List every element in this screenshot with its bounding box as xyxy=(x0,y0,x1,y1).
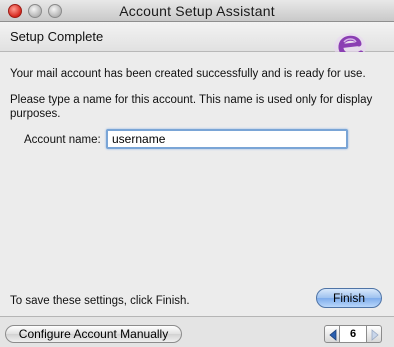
finish-button[interactable]: Finish xyxy=(316,288,382,308)
content-area: Your mail account has been created succe… xyxy=(0,52,394,316)
account-name-label: Account name: xyxy=(24,134,101,146)
title-bar[interactable]: Account Setup Assistant xyxy=(0,0,394,22)
triangle-left-icon xyxy=(329,329,337,341)
account-setup-window: Account Setup Assistant Setup Complete Y… xyxy=(0,0,394,347)
footer-bar: Configure Account Manually 6 xyxy=(0,316,394,347)
page-number: 6 xyxy=(340,325,366,343)
account-name-input[interactable] xyxy=(106,129,348,149)
instruction-message: Please type a name for this account. Thi… xyxy=(10,94,373,120)
window-title: Account Setup Assistant xyxy=(119,3,275,19)
page-navigator: 6 xyxy=(324,325,382,343)
previous-page-button[interactable] xyxy=(324,325,340,343)
page-title: Setup Complete xyxy=(10,29,104,44)
triangle-right-icon xyxy=(371,329,379,341)
next-page-button[interactable] xyxy=(366,325,382,343)
success-message: Your mail account has been created succe… xyxy=(10,68,366,80)
configure-account-manually-button[interactable]: Configure Account Manually xyxy=(5,325,182,343)
finish-hint: To save these settings, click Finish. xyxy=(10,295,190,307)
